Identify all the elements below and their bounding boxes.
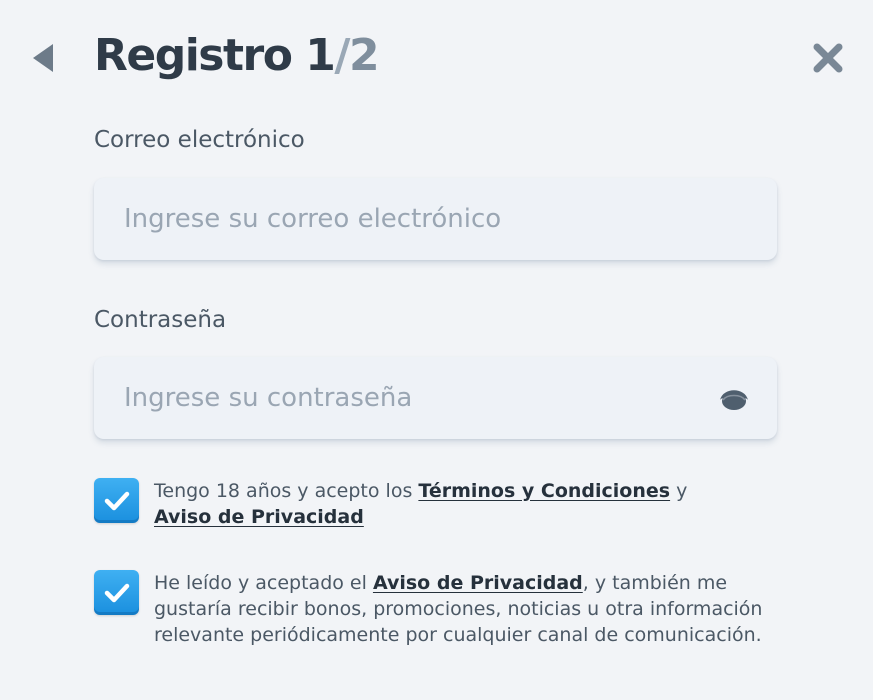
marketing-consent-text: He leído y aceptado el Aviso de Privacid… [154, 570, 764, 648]
close-button[interactable] [810, 40, 846, 76]
consent-text-part: y [670, 480, 688, 502]
email-field[interactable] [94, 178, 684, 260]
title-step: Registro 1 [94, 30, 336, 81]
terms-and-conditions-link[interactable]: Términos y Condiciones [418, 480, 670, 502]
password-field[interactable] [94, 357, 684, 439]
consent-terms-row: Tengo 18 años y acepto los Términos y Co… [94, 478, 774, 538]
terms-consent-text: Tengo 18 años y acepto los Términos y Co… [154, 478, 764, 530]
email-label: Correo electrónico [94, 127, 305, 153]
caret-left-icon [33, 44, 53, 72]
checkmark-icon [104, 583, 129, 602]
consent-text-part: Tengo 18 años y acepto los [154, 480, 419, 502]
consent-text-part: He leído y aceptado el [154, 572, 373, 594]
marketing-checkbox[interactable] [94, 570, 139, 615]
eye-icon [720, 390, 748, 410]
terms-checkbox[interactable] [94, 478, 139, 523]
close-icon [813, 43, 843, 73]
title-separator: / [334, 30, 350, 81]
email-field-container [94, 178, 777, 260]
back-button[interactable] [28, 40, 58, 76]
privacy-notice-link[interactable]: Aviso de Privacidad [154, 506, 364, 528]
password-field-container [94, 357, 777, 439]
toggle-password-visibility-button[interactable] [717, 381, 751, 415]
checkmark-icon [104, 491, 129, 510]
consent-marketing-row: He leído y aceptado el Aviso de Privacid… [94, 570, 774, 680]
registration-screen: Registro 1/2 Correo electrónico Contrase… [0, 0, 873, 700]
password-label: Contraseña [94, 307, 227, 333]
title-total-steps: 2 [348, 30, 380, 81]
privacy-notice-link[interactable]: Aviso de Privacidad [373, 572, 583, 594]
page-title: Registro 1/2 [94, 26, 380, 86]
